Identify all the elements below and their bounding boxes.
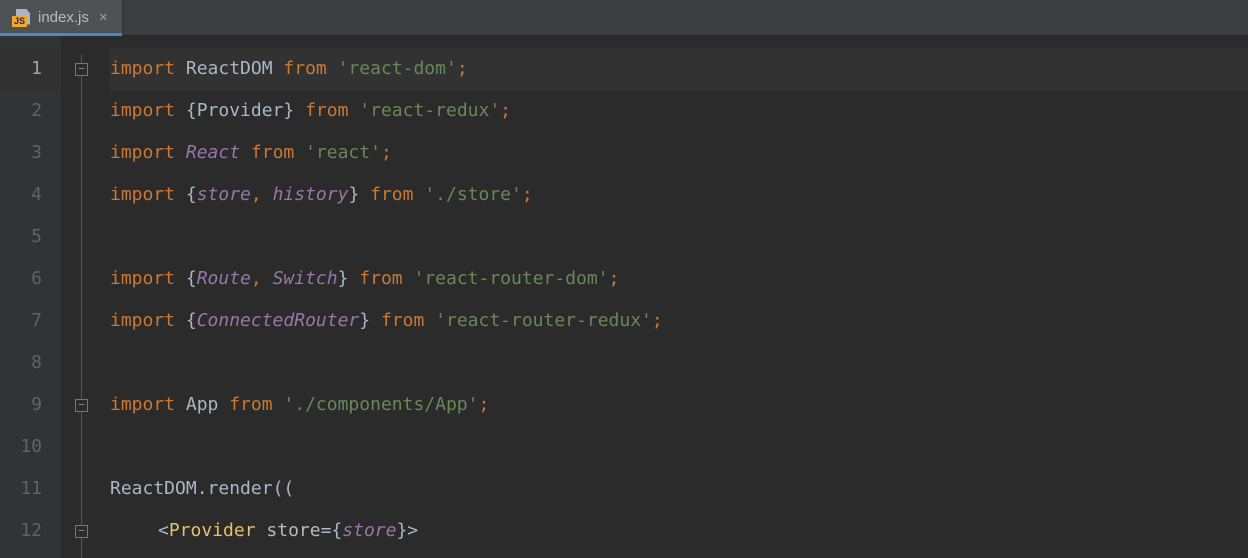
code-editor[interactable]: 123456789101112 import ReactDOM from 're… xyxy=(0,36,1248,558)
fold-toggle-icon[interactable] xyxy=(75,399,88,412)
fold-column xyxy=(60,36,102,558)
code-line[interactable]: ReactDOM.render(( xyxy=(110,468,1248,510)
code-line[interactable]: import React from 'react'; xyxy=(110,132,1248,174)
line-number: 7 xyxy=(0,300,60,342)
close-icon[interactable]: × xyxy=(97,7,110,28)
code-line[interactable]: <Provider store={store}> xyxy=(110,510,1248,552)
line-number: 2 xyxy=(0,90,60,132)
code-line[interactable] xyxy=(110,216,1248,258)
fold-toggle-icon[interactable] xyxy=(75,63,88,76)
code-line[interactable]: import {store, history} from './store'; xyxy=(110,174,1248,216)
line-number: 5 xyxy=(0,216,60,258)
line-number: 8 xyxy=(0,342,60,384)
code-line[interactable]: import {Route, Switch} from 'react-route… xyxy=(110,258,1248,300)
line-number: 10 xyxy=(0,426,60,468)
code-line[interactable]: import {ConnectedRouter} from 'react-rou… xyxy=(110,300,1248,342)
line-number: 6 xyxy=(0,258,60,300)
js-file-icon: JS xyxy=(12,9,30,27)
code-line[interactable]: import App from './components/App'; xyxy=(110,384,1248,426)
line-number: 3 xyxy=(0,132,60,174)
line-number: 1 xyxy=(0,48,60,90)
code-line[interactable]: import ReactDOM from 'react-dom'; xyxy=(110,48,1248,90)
tab-index-js[interactable]: JS index.js × xyxy=(0,0,123,35)
code-line[interactable]: import {Provider} from 'react-redux'; xyxy=(110,90,1248,132)
fold-toggle-icon[interactable] xyxy=(75,525,88,538)
code-line[interactable] xyxy=(110,426,1248,468)
line-number-gutter: 123456789101112 xyxy=(0,36,60,558)
tab-title: index.js xyxy=(38,9,89,26)
line-number: 9 xyxy=(0,384,60,426)
code-area[interactable]: import ReactDOM from 'react-dom';import … xyxy=(102,36,1248,558)
line-number: 12 xyxy=(0,510,60,552)
line-number: 11 xyxy=(0,468,60,510)
line-number: 4 xyxy=(0,174,60,216)
tab-bar: JS index.js × xyxy=(0,0,1248,36)
code-line[interactable] xyxy=(110,342,1248,384)
